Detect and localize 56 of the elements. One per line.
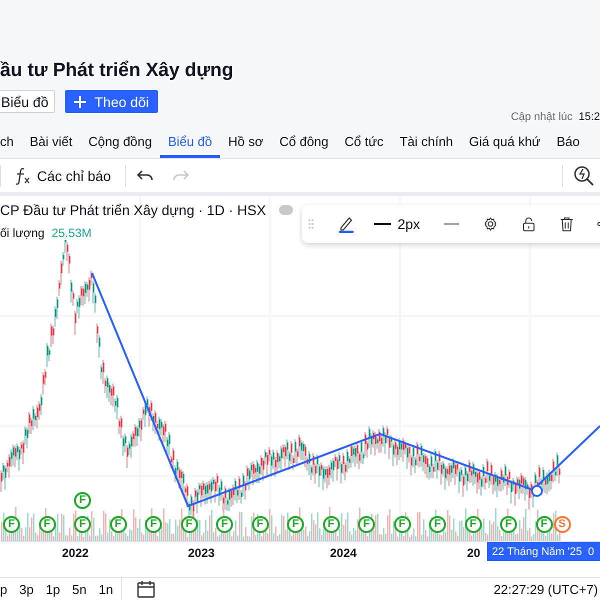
event-marker[interactable]: F xyxy=(394,516,410,533)
line-style-icon[interactable] xyxy=(444,222,460,226)
updated-time: 15:2 xyxy=(578,111,600,123)
event-marker[interactable]: F xyxy=(74,492,91,509)
chart-legend-title: CP Đầu tư Phát triển Xây dựng · 1D · HSX xyxy=(0,202,266,218)
volume-value: 25.53M xyxy=(52,226,92,240)
follow-button[interactable]: Theo dõi xyxy=(65,90,158,113)
updated-label: Cập nhật lúc xyxy=(510,111,573,123)
range-button[interactable]: p xyxy=(0,582,12,596)
nav-tab[interactable]: ch xyxy=(0,127,22,158)
nav-tab[interactable]: Bài viết xyxy=(22,127,80,158)
event-marker[interactable]: F xyxy=(180,516,198,533)
event-marker[interactable]: F xyxy=(216,516,233,533)
range-button[interactable]: 1p xyxy=(42,582,64,596)
trend-line[interactable] xyxy=(91,272,600,508)
axis-label: 2024 xyxy=(330,546,357,560)
indicators-button[interactable]: Các chỉ báo xyxy=(11,166,115,184)
nav-tab[interactable]: Hồ sơ xyxy=(220,127,272,158)
nav-tab[interactable]: Cổ đông xyxy=(271,127,337,158)
crosshair-date-label: 22 Tháng Năm '25 0 xyxy=(487,542,600,561)
undo-icon[interactable] xyxy=(136,168,154,182)
event-marker[interactable]: F xyxy=(252,516,268,533)
event-marker[interactable]: F xyxy=(74,516,91,533)
nav-tab[interactable]: Biểu đồ xyxy=(160,127,220,158)
event-marker[interactable]: F xyxy=(322,516,340,533)
nav-tab[interactable]: Báo xyxy=(548,127,588,158)
plus-icon xyxy=(74,96,86,108)
event-marker[interactable]: F xyxy=(38,516,56,533)
function-icon xyxy=(15,166,31,184)
axis-label: 20 xyxy=(467,546,480,560)
event-marker[interactable]: F xyxy=(110,516,126,533)
range-button[interactable]: 5n xyxy=(68,582,91,596)
range-button[interactable]: 3p xyxy=(15,582,38,596)
range-button[interactable]: 1n xyxy=(94,582,118,596)
nav-tab[interactable]: Cộng đồng xyxy=(80,127,160,158)
calendar-icon[interactable] xyxy=(136,579,156,599)
company-title: ầu tư Phát triển Xây dựng xyxy=(0,59,234,83)
event-marker[interactable]: F xyxy=(145,516,162,533)
event-marker[interactable]: F xyxy=(536,516,552,533)
chart-button[interactable]: Biểu đồ xyxy=(0,90,56,113)
volume-label: ối lượng xyxy=(0,226,45,240)
nav-tab[interactable]: Tài chính xyxy=(392,127,462,158)
collapse-toggle[interactable] xyxy=(278,205,293,215)
drag-handle-icon[interactable] xyxy=(308,217,314,231)
axis-label: 2022 xyxy=(62,546,89,560)
clock-time: 22:27:29 (UTC+7) xyxy=(494,582,599,596)
event-marker[interactable]: F xyxy=(500,516,517,533)
anchor-handle[interactable] xyxy=(531,485,543,497)
event-marker[interactable]: F xyxy=(429,516,446,533)
event-marker[interactable]: F xyxy=(464,516,482,533)
line-width-button[interactable]: 2px xyxy=(374,216,420,232)
nav-tab[interactable]: Cổ tức xyxy=(336,127,392,158)
nav-tab[interactable]: Giá quá khứ xyxy=(461,127,549,158)
event-marker[interactable]: S xyxy=(554,516,570,533)
axis-label: 2023 xyxy=(188,546,215,560)
search-icon[interactable] xyxy=(573,164,595,186)
